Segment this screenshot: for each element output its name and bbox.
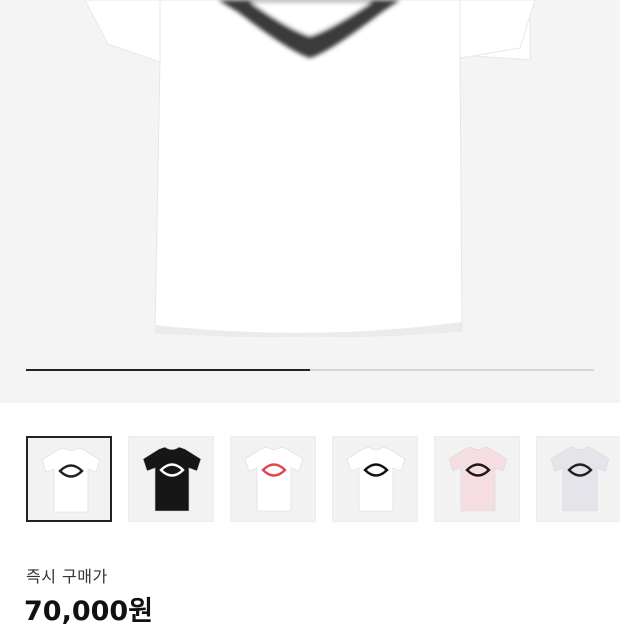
- tshirt-thumbnail-image: [550, 446, 610, 512]
- thumbnail-2[interactable]: [230, 436, 316, 522]
- tshirt-thumbnail-image: [448, 446, 508, 512]
- tshirt-image: [84, 0, 536, 337]
- product-image-carousel[interactable]: [0, 0, 620, 403]
- thumbnail-1[interactable]: [128, 436, 214, 522]
- thumbnail-4[interactable]: [434, 436, 520, 522]
- thumbnail-0[interactable]: [26, 436, 112, 522]
- tshirt-thumbnail-image: [346, 446, 406, 512]
- tshirt-shape: [550, 446, 610, 512]
- tshirt-thumbnail-image: [142, 446, 202, 512]
- thumbnail-3[interactable]: [332, 436, 418, 522]
- tshirt-shape: [448, 446, 508, 512]
- tshirt-thumbnail-image: [41, 447, 101, 513]
- tshirt-shape: [346, 446, 406, 512]
- thumbnail-5[interactable]: [536, 436, 620, 522]
- tshirt-thumbnail-image: [244, 446, 304, 512]
- tshirt-shape: [244, 446, 304, 512]
- image-progress-fill: [26, 369, 310, 371]
- thumbnail-strip: [0, 403, 620, 543]
- price-value: 70,000원: [24, 596, 154, 627]
- tshirt-shape: [41, 447, 101, 513]
- tshirt-shape: [142, 446, 202, 512]
- image-progress-bar: [26, 369, 594, 371]
- price-label: 즉시 구매가: [26, 567, 108, 586]
